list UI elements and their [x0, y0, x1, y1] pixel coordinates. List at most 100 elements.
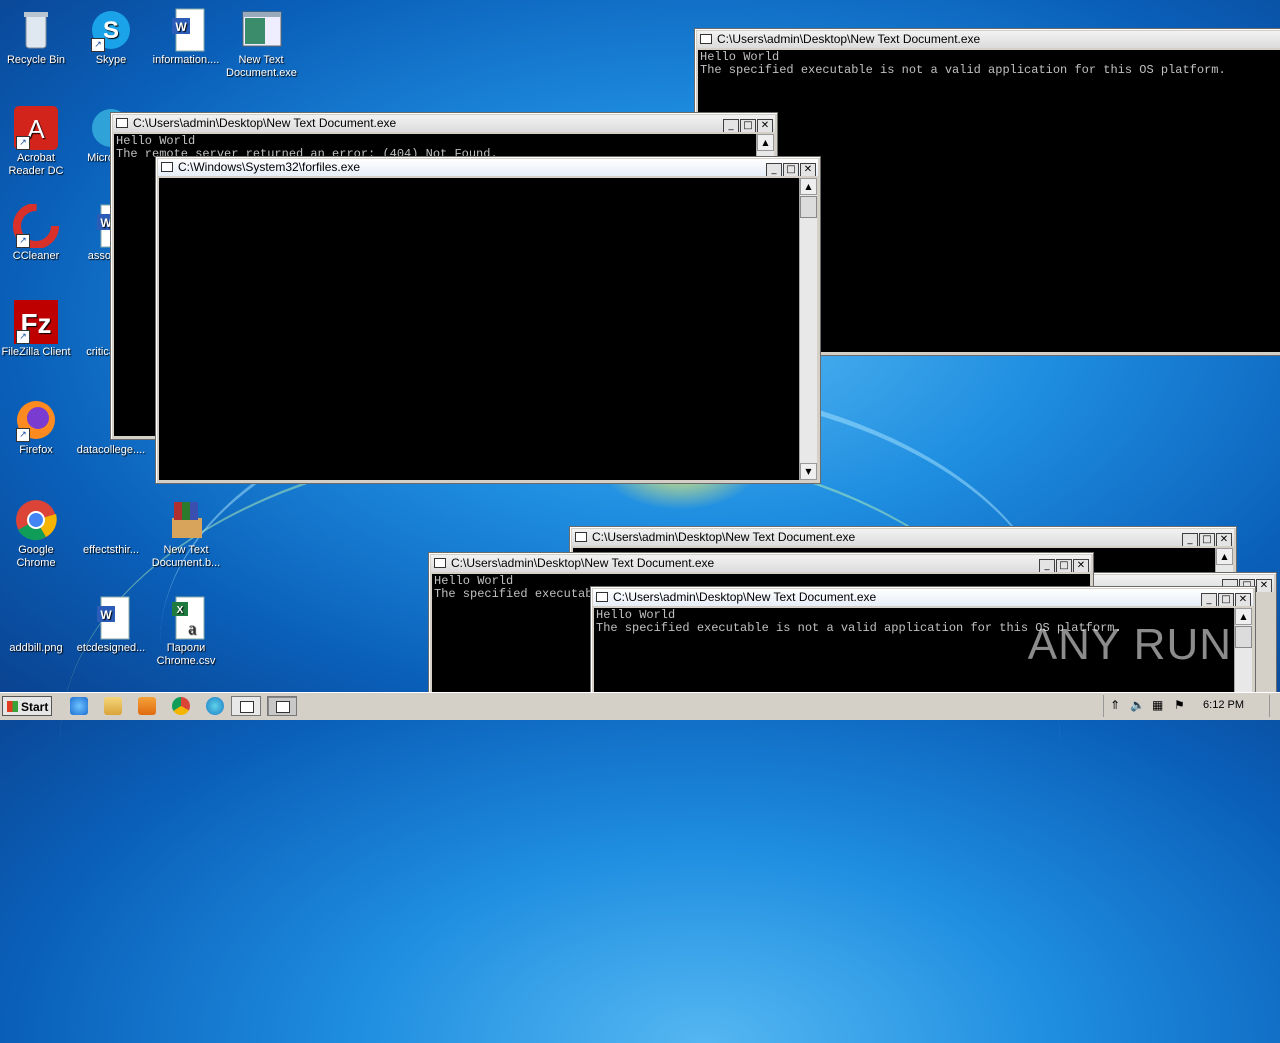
console-window-icon [161, 162, 173, 172]
ccleaner-icon: ↗ [12, 203, 60, 249]
internet-explorer-icon[interactable] [70, 697, 88, 715]
console-window-icon [434, 558, 446, 568]
desktop-icon-filezilla[interactable]: Fz ↗ FileZilla Client [1, 300, 71, 359]
desktop-icon-label: Google Chrome [16, 544, 56, 569]
desktop-icon-label: CCleaner [12, 250, 60, 262]
maximize-button[interactable]: □ [1056, 559, 1072, 572]
minimize-button[interactable]: _ [1039, 559, 1055, 572]
blank-file-icon [12, 596, 60, 640]
window-title: C:\Users\admin\Desktop\New Text Document… [613, 590, 877, 604]
scroll-down-arrow-icon[interactable]: ▼ [800, 463, 817, 480]
console-window-icon [596, 592, 608, 602]
word-document-icon: W [162, 8, 210, 52]
volume-icon[interactable]: 🔈 [1130, 698, 1145, 712]
window-title: C:\Users\admin\Desktop\New Text Document… [592, 530, 856, 544]
desktop-icon-label: Firefox [19, 444, 53, 456]
close-button[interactable]: ✕ [1073, 559, 1089, 572]
window-titlebar[interactable]: C:\Users\admin\Desktop\New Text Document… [593, 589, 1253, 606]
window-titlebar[interactable]: C:\Users\admin\Desktop\New Text Document… [572, 529, 1234, 546]
window-title: C:\Users\admin\Desktop\New Text Document… [717, 32, 981, 46]
svg-text:S: S [103, 17, 119, 44]
svg-text:W: W [100, 608, 112, 622]
minimize-button[interactable]: _ [1182, 533, 1198, 546]
close-button[interactable]: ✕ [757, 119, 773, 132]
scroll-thumb[interactable] [1235, 626, 1252, 648]
chrome-icon [12, 498, 60, 542]
exe-window-icon [237, 8, 285, 52]
media-player-icon[interactable] [138, 697, 156, 715]
recycle-bin-icon [12, 8, 60, 52]
scroll-up-arrow-icon[interactable]: ▲ [1216, 548, 1233, 565]
close-button[interactable]: ✕ [800, 163, 816, 176]
desktop-icon-addbill[interactable]: addbill.png [1, 596, 71, 655]
desktop-icon-label: Skype [95, 54, 127, 66]
desktop-icon-effectsthir[interactable]: effectsthir... [76, 498, 146, 557]
minimize-button[interactable]: _ [723, 119, 739, 132]
desktop-icon-label: etcdesigned... [76, 642, 146, 654]
desktop-icon-new-text-document-bat[interactable]: New Text Document.b... [151, 498, 221, 570]
close-button[interactable]: ✕ [1216, 533, 1232, 546]
action-center-flag-icon[interactable]: ⚑ [1174, 698, 1185, 712]
desktop-icon-ccleaner[interactable]: ↗ CCleaner [1, 203, 71, 263]
desktop-icon-recycle-bin[interactable]: Recycle Bin [1, 8, 71, 67]
start-button[interactable]: Start [2, 696, 52, 716]
filezilla-icon: Fz ↗ [12, 300, 60, 344]
console-window-icon [700, 34, 712, 44]
edge-taskbar-icon[interactable] [206, 697, 224, 715]
system-tray: ⇑ 🔈 ▦ ⚑ 6:12 PM [1103, 695, 1280, 717]
show-desktop-button[interactable] [1269, 695, 1280, 717]
maximize-button[interactable]: □ [1218, 593, 1234, 606]
winrar-archive-icon [162, 498, 210, 542]
desktop-icon-label: Пароли Chrome.csv [156, 642, 216, 667]
desktop-icon-paroli-chrome-csv[interactable]: Xa Пароли Chrome.csv [151, 596, 221, 668]
acrobat-icon: A ↗ [12, 106, 60, 150]
desktop-icon-label: Recycle Bin [6, 54, 66, 66]
chrome-taskbar-icon[interactable] [172, 697, 190, 715]
desktop-icon-label: information.... [152, 54, 220, 66]
taskbar-console-active[interactable] [267, 696, 297, 716]
scroll-thumb[interactable] [800, 196, 817, 218]
taskbar-console-group[interactable] [231, 696, 261, 716]
window-titlebar[interactable]: C:\Windows\System32\forfiles.exe _ □ ✕ [158, 159, 818, 176]
window-title: C:\Users\admin\Desktop\New Text Document… [133, 116, 397, 130]
maximize-button[interactable]: □ [1199, 533, 1215, 546]
firefox-icon: ↗ [12, 398, 60, 442]
scroll-up-arrow-icon[interactable]: ▲ [1235, 608, 1252, 625]
maximize-button[interactable]: □ [783, 163, 799, 176]
maximize-button[interactable]: □ [740, 119, 756, 132]
desktop-icon-label: New Text Document.exe [226, 54, 297, 79]
scroll-up-arrow-icon[interactable]: ▲ [800, 178, 817, 195]
window-titlebar[interactable]: C:\Users\admin\Desktop\New Text Document… [697, 31, 1280, 48]
desktop-icon-information[interactable]: W information.... [151, 8, 221, 67]
minimize-button[interactable]: _ [1201, 593, 1217, 606]
taskbar: Start ⇑ 🔈 ▦ ⚑ 6:12 PM [0, 692, 1280, 720]
desktop-icon-google-chrome[interactable]: Google Chrome [1, 498, 71, 570]
network-icon[interactable]: ▦ [1152, 698, 1163, 712]
excel-csv-icon: Xa [162, 596, 210, 640]
scroll-up-arrow-icon[interactable]: ▲ [757, 134, 774, 151]
close-button[interactable]: ✕ [1235, 593, 1251, 606]
taskbar-clock[interactable]: 6:12 PM [1203, 699, 1244, 711]
minimize-button[interactable]: _ [766, 163, 782, 176]
windows-flag-icon [7, 701, 18, 712]
svg-text:W: W [175, 20, 187, 34]
close-button[interactable]: ✕ [1256, 579, 1272, 592]
desktop-icon-skype[interactable]: S ↗ Skype [76, 8, 146, 67]
window-title: C:\Users\admin\Desktop\New Text Document… [451, 556, 715, 570]
window-titlebar[interactable]: C:\Users\admin\Desktop\New Text Document… [113, 115, 775, 132]
window-titlebar[interactable]: C:\Users\admin\Desktop\New Text Document… [431, 555, 1091, 572]
desktop-icon-label: FileZilla Client [1, 346, 71, 358]
desktop-icon-firefox[interactable]: ↗ Firefox [1, 398, 71, 457]
file-explorer-icon[interactable] [104, 697, 122, 715]
console-output [159, 178, 799, 480]
desktop-icon-new-text-document-exe[interactable]: New Text Document.exe [226, 8, 297, 80]
desktop-icon-etcdesigned[interactable]: W etcdesigned... [76, 596, 146, 655]
start-label: Start [21, 700, 49, 714]
console-window-icon [575, 532, 587, 542]
console-window-forfiles[interactable]: C:\Windows\System32\forfiles.exe _ □ ✕ ▲ ▼ [155, 156, 821, 484]
svg-text:X: X [177, 605, 184, 616]
vertical-scrollbar[interactable]: ▲ ▼ [799, 178, 817, 480]
window-title: C:\Windows\System32\forfiles.exe [178, 160, 361, 174]
desktop-icon-acrobat[interactable]: A ↗ Acrobat Reader DC [1, 106, 71, 178]
show-hidden-icons-arrow-icon[interactable]: ⇑ [1110, 698, 1120, 712]
